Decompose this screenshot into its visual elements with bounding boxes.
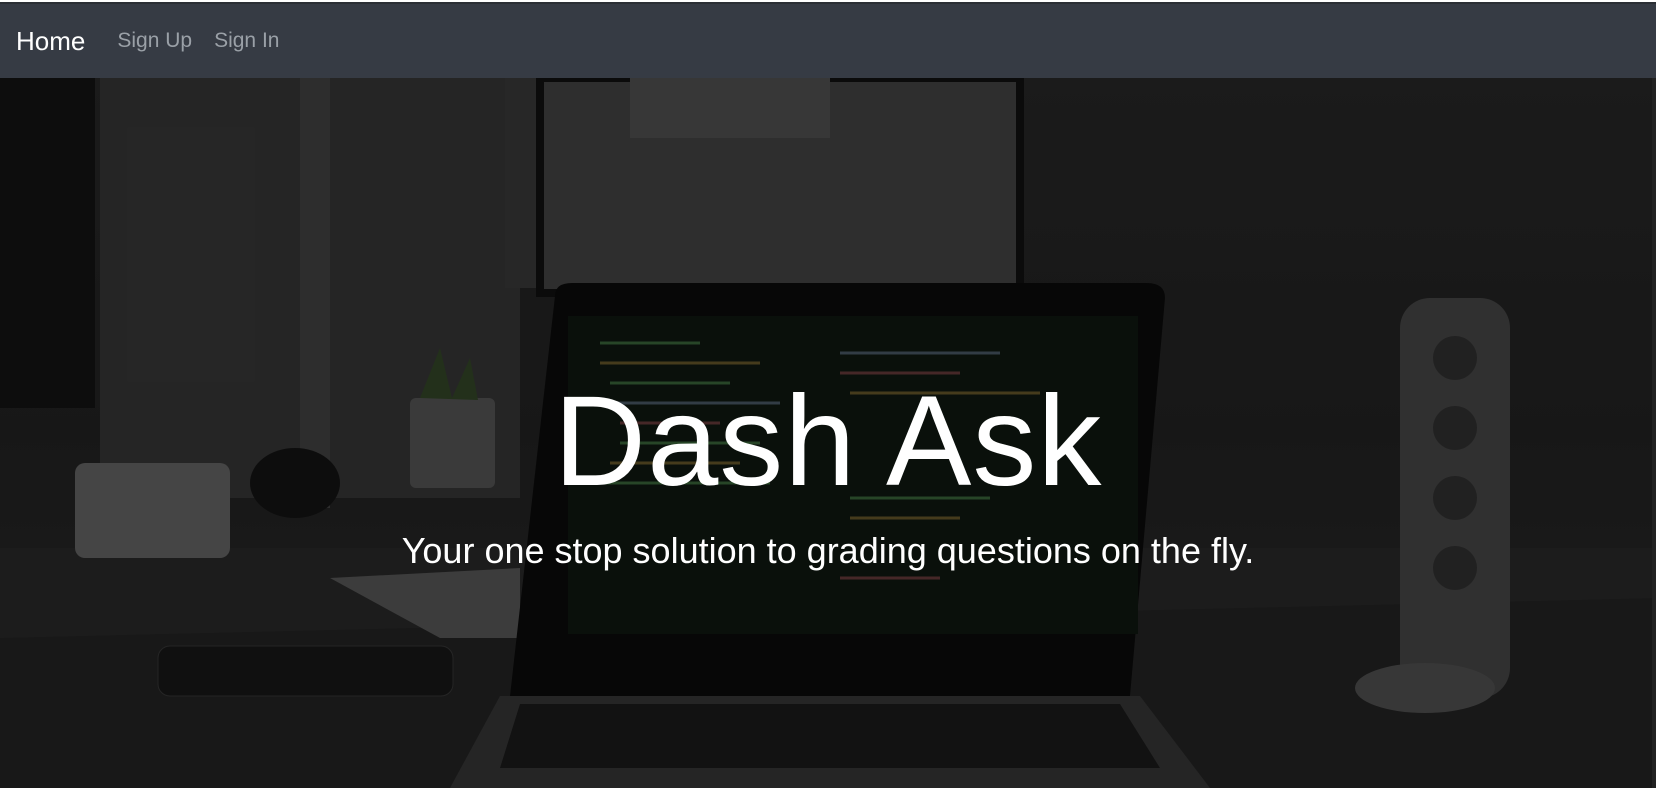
hero-section: Dash Ask Your one stop solution to gradi…	[0, 78, 1656, 788]
hero-subtitle: Your one stop solution to grading questi…	[401, 530, 1255, 571]
navbar: Home Sign Up Sign In	[0, 4, 1656, 78]
scrollbar[interactable]	[1652, 78, 1656, 788]
nav-signup-link[interactable]: Sign Up	[117, 29, 192, 53]
nav-signin-link[interactable]: Sign In	[214, 29, 279, 53]
nav-home-link[interactable]: Home	[16, 26, 85, 57]
hero-title: Dash Ask	[553, 370, 1103, 513]
